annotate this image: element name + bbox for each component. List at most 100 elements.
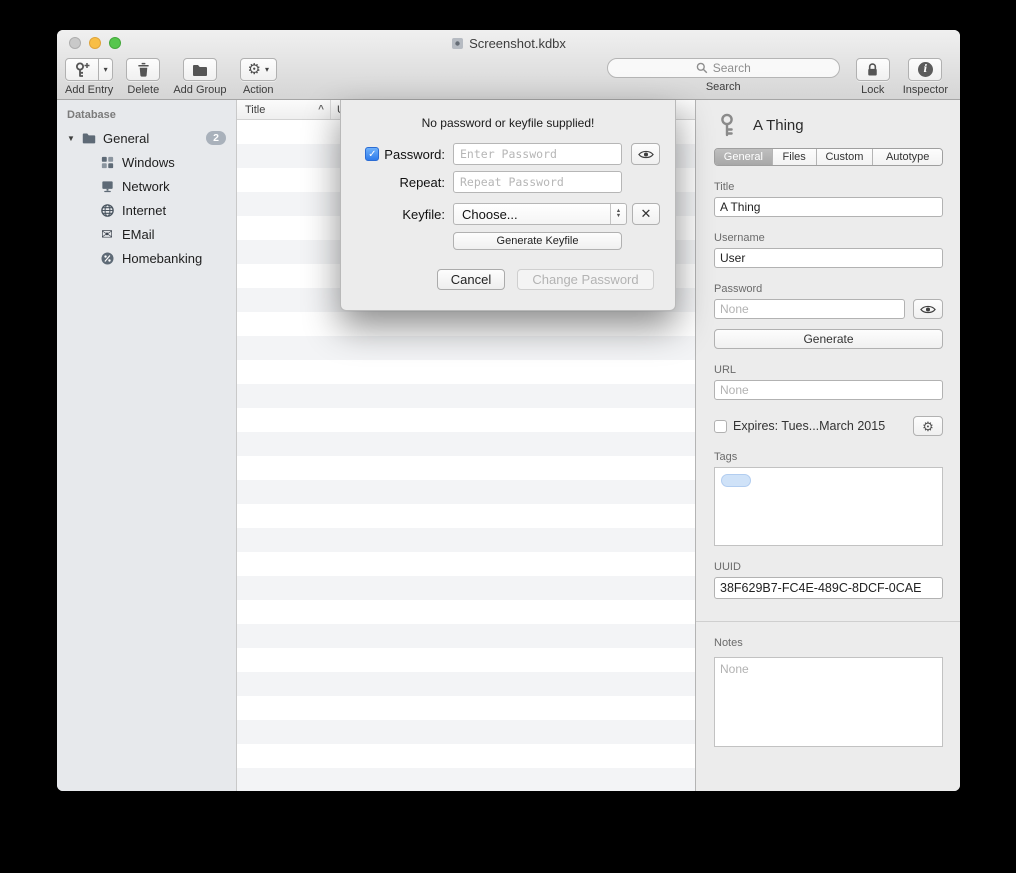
search-input[interactable]: Search <box>607 58 840 78</box>
add-group-button[interactable] <box>183 58 217 81</box>
document-icon <box>451 37 464 50</box>
app-window: Screenshot.kdbx ▾ Add Entry <box>57 30 960 791</box>
sidebar-item-general[interactable]: ▼ General 2 <box>57 126 236 150</box>
search-placeholder: Search <box>713 61 751 75</box>
password-checkbox[interactable]: ✓ <box>365 147 379 161</box>
inspector-button[interactable]: i <box>908 58 942 81</box>
sidebar-item-internet[interactable]: Internet <box>57 198 236 222</box>
url-field-label: URL <box>714 364 943 376</box>
keyfile-popup-value: Choose... <box>462 207 518 222</box>
mail-icon: ✉ <box>99 227 115 241</box>
dialog-message: No password or keyfile supplied! <box>341 116 675 130</box>
sidebar-item-homebanking[interactable]: Homebanking <box>57 246 236 270</box>
dialog-repeat-label: Repeat: <box>399 175 445 190</box>
keyfile-popup-button[interactable]: Choose... ▲ ▼ <box>453 203 627 225</box>
sidebar-item-label: Homebanking <box>122 251 202 266</box>
password-field-label: Password <box>714 283 943 295</box>
generate-password-button[interactable]: Generate <box>714 329 943 349</box>
titlebar: Screenshot.kdbx <box>57 30 960 56</box>
sidebar-item-network[interactable]: Network <box>57 174 236 198</box>
check-icon: ✓ <box>368 149 376 160</box>
notes-field[interactable] <box>714 657 943 747</box>
clear-keyfile-button[interactable]: ✕ <box>632 203 660 225</box>
expires-settings-button[interactable]: ⚙ <box>913 416 943 436</box>
change-password-dialog: No password or keyfile supplied! ✓ Passw… <box>340 100 676 311</box>
toolbar-item-inspector: i Inspector <box>903 58 948 96</box>
disclosure-triangle-icon[interactable]: ▼ <box>67 134 81 143</box>
notes-field-label: Notes <box>714 637 943 649</box>
add-group-label: Add Group <box>173 84 226 96</box>
close-button[interactable] <box>69 37 81 49</box>
inspector-divider <box>696 621 960 622</box>
title-field[interactable] <box>714 197 943 217</box>
tag-token[interactable] <box>721 474 751 487</box>
tab-autotype[interactable]: Autotype <box>872 149 942 165</box>
expires-checkbox[interactable] <box>714 420 727 433</box>
chevron-down-icon: ▾ <box>265 65 269 74</box>
add-entry-button[interactable] <box>65 58 99 81</box>
uuid-field[interactable] <box>714 577 943 599</box>
tags-field[interactable] <box>714 467 943 546</box>
dialog-repeat-row: Repeat: <box>341 171 675 193</box>
network-icon <box>99 179 115 194</box>
info-icon: i <box>918 62 933 77</box>
reveal-password-button[interactable] <box>913 299 943 319</box>
action-label: Action <box>243 84 274 96</box>
key-icon <box>714 112 740 138</box>
sidebar-item-label: Windows <box>122 155 175 170</box>
password-field[interactable] <box>714 299 905 319</box>
toolbar-item-add-entry: ▾ Add Entry <box>65 58 113 96</box>
column-header-title[interactable]: Title ^ <box>237 100 331 119</box>
tab-custom[interactable]: Custom <box>816 149 873 165</box>
windows-grid-icon <box>99 155 115 170</box>
window-title-text: Screenshot.kdbx <box>469 36 566 51</box>
entry-title: A Thing <box>753 117 804 134</box>
tags-field-label: Tags <box>714 451 943 463</box>
dialog-keyfile-label: Keyfile: <box>402 207 445 222</box>
chevron-down-icon: ▾ <box>104 65 108 74</box>
tab-files[interactable]: Files <box>772 149 816 165</box>
uuid-field-label: UUID <box>714 561 943 573</box>
lock-label: Lock <box>861 84 884 96</box>
traffic-lights <box>69 37 121 49</box>
window-chrome: Screenshot.kdbx ▾ Add Entry <box>57 30 960 100</box>
eye-icon <box>638 149 654 160</box>
sort-ascending-icon: ^ <box>318 104 324 115</box>
sidebar: Database ▼ General 2 Windows Networ <box>57 100 237 791</box>
gear-icon: ⚙ <box>248 62 261 77</box>
gear-icon: ⚙ <box>922 420 934 433</box>
dialog-repeat-input[interactable] <box>453 171 622 193</box>
close-x-icon: ✕ <box>641 206 652 222</box>
tab-general[interactable]: General <box>715 149 772 165</box>
username-field[interactable] <box>714 248 943 268</box>
minimize-button[interactable] <box>89 37 101 49</box>
dialog-reveal-password-button[interactable] <box>631 143 660 165</box>
url-field[interactable] <box>714 380 943 400</box>
generate-keyfile-button[interactable]: Generate Keyfile <box>453 232 622 250</box>
dialog-password-label: Password: <box>384 147 445 162</box>
sidebar-item-label: Network <box>122 179 170 194</box>
change-password-button[interactable]: Change Password <box>517 269 654 290</box>
entry-count-badge: 2 <box>206 131 226 145</box>
globe-icon <box>99 203 115 218</box>
inspector-panel: A Thing General Files Custom Autotype Ti… <box>695 100 960 791</box>
folder-icon <box>81 130 97 146</box>
sidebar-item-windows[interactable]: Windows <box>57 150 236 174</box>
zoom-button[interactable] <box>109 37 121 49</box>
dialog-keyfile-row: Keyfile: Choose... ▲ ▼ ✕ <box>341 203 675 225</box>
homebanking-icon <box>99 251 115 266</box>
lock-button[interactable] <box>856 58 890 81</box>
toolbar-item-search: Search Search <box>607 58 840 93</box>
inspector-label: Inspector <box>903 84 948 96</box>
content-area: Database ▼ General 2 Windows Networ <box>57 100 960 791</box>
delete-button[interactable] <box>126 58 160 81</box>
action-button[interactable]: ⚙ ▾ <box>240 58 277 81</box>
sidebar-item-email[interactable]: ✉ EMail <box>57 222 236 246</box>
title-field-label: Title <box>714 181 943 193</box>
add-entry-dropdown-button[interactable]: ▾ <box>99 58 113 81</box>
dialog-actions: Cancel Change Password <box>341 269 675 290</box>
folder-plus-icon <box>191 61 209 79</box>
cancel-button[interactable]: Cancel <box>437 269 505 290</box>
dialog-password-input[interactable] <box>453 143 622 165</box>
lock-icon <box>864 61 881 78</box>
